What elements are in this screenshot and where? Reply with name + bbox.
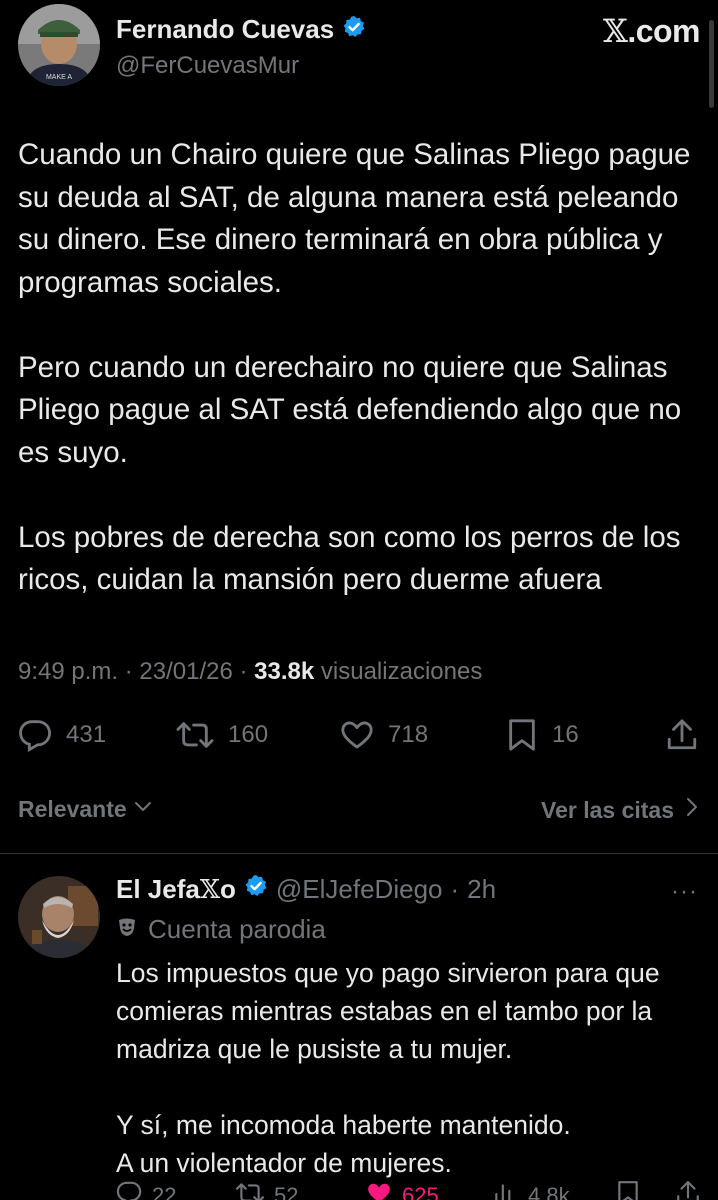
reply-icon <box>18 718 52 752</box>
retweet-count: 160 <box>228 721 269 748</box>
tweet-paragraph: Cuando un Chairo quiere que Salinas Plie… <box>18 138 691 299</box>
reply-like-button[interactable]: 625 <box>366 1180 439 1200</box>
views-count: 33.8k <box>254 658 315 685</box>
like-button[interactable]: 718 <box>340 718 428 752</box>
reply-share-button[interactable] <box>676 1180 700 1200</box>
reply-name-suffix: o <box>220 874 236 904</box>
retweet-icon <box>176 718 214 752</box>
bookmark-count: 16 <box>552 721 579 748</box>
author-handle[interactable]: @FerCuevasMur <box>116 52 299 80</box>
verified-badge-icon <box>244 874 268 905</box>
tweet-body: Cuando un Chairo quiere que Salinas Plie… <box>18 134 708 644</box>
share-icon <box>676 1180 700 1200</box>
meta-separator: · <box>124 658 133 685</box>
reply-like-count: 625 <box>402 1183 439 1200</box>
reply-name-x: 𝕏 <box>199 875 221 905</box>
author-name[interactable]: Fernando Cuevas <box>116 14 334 45</box>
x-logo: 𝕏.com <box>602 12 701 50</box>
reply-paragraph: Los impuestos que yo pago sirvieron para… <box>116 958 660 1064</box>
reply-separator: · <box>450 874 460 904</box>
tweet-paragraph: Pero cuando un derechairo no quiere que … <box>18 350 682 469</box>
parody-label-row: Cuenta parodia <box>116 914 326 945</box>
tweet-date[interactable]: 23/01/26 <box>139 658 232 685</box>
reply-actions: 22 52 625 4.8k <box>116 1180 706 1200</box>
reply-reply-count: 22 <box>152 1183 177 1200</box>
bookmark-icon <box>506 718 538 752</box>
theater-mask-icon <box>116 914 138 945</box>
retweet-icon <box>236 1180 264 1200</box>
reply-count: 431 <box>66 721 107 748</box>
views-label: visualizaciones <box>320 658 483 685</box>
sort-dropdown[interactable]: Relevante <box>18 796 153 823</box>
verified-badge-icon <box>342 15 366 44</box>
bookmark-button[interactable]: 16 <box>506 718 579 752</box>
reply-name-prefix: El Jefa <box>116 874 200 904</box>
reply-paragraph: Y sí, me incomoda haberte mantenido. A u… <box>116 1110 571 1178</box>
svg-text:MAKE A: MAKE A <box>46 74 72 81</box>
bookmark-icon <box>616 1180 640 1200</box>
share-button[interactable] <box>666 718 698 752</box>
parody-label: Cuenta parodia <box>148 914 326 944</box>
author-name-line: Fernando Cuevas <box>116 14 366 45</box>
heart-filled-icon <box>366 1180 392 1200</box>
chevron-down-icon <box>133 796 153 823</box>
reply-views-button[interactable]: 4.8k <box>492 1180 570 1200</box>
sort-label: Relevante <box>18 796 127 822</box>
reply-author-name[interactable]: El Jefa𝕏o <box>116 874 236 905</box>
x-logo-glyph: 𝕏 <box>602 12 628 50</box>
reply-body: Los impuestos que yo pago sirvieron para… <box>116 954 706 1200</box>
tweet-meta: 9:49 p.m. · 23/01/26 · 33.8k visualizaci… <box>18 658 482 686</box>
reply-button[interactable]: 431 <box>18 718 106 752</box>
reply-reply-button[interactable]: 22 <box>116 1180 176 1200</box>
scrollbar[interactable] <box>709 20 714 108</box>
meta-separator: · <box>239 658 248 685</box>
avatar[interactable]: MAKE A <box>18 4 100 86</box>
reply-avatar[interactable] <box>18 876 100 958</box>
tweet-header: MAKE A Fernando Cuevas @FerCuevasMur 𝕏.c… <box>18 4 700 94</box>
view-quotes-link[interactable]: Ver las citas <box>541 796 700 824</box>
views-icon <box>492 1180 518 1200</box>
reply-author-handle[interactable]: @ElJefeDiego <box>276 874 443 905</box>
reply-icon <box>116 1180 142 1200</box>
reply-views-count: 4.8k <box>528 1183 570 1200</box>
reply-header: El Jefa𝕏o @ElJefeDiego · 2h <box>116 874 496 905</box>
like-count: 718 <box>388 721 429 748</box>
reply-retweet-count: 52 <box>274 1183 299 1200</box>
reply-time[interactable]: 2h <box>467 874 496 905</box>
retweet-button[interactable]: 160 <box>176 718 268 752</box>
reply-bookmark-button[interactable] <box>616 1180 640 1200</box>
tweet-actions: 431 160 718 16 <box>18 718 700 758</box>
tweet-time[interactable]: 9:49 p.m. <box>18 658 118 685</box>
x-logo-suffix: .com <box>627 13 700 49</box>
view-quotes-label: Ver las citas <box>541 796 674 823</box>
more-options-icon[interactable]: ··· <box>671 878 698 906</box>
share-icon <box>666 718 698 752</box>
divider <box>0 853 718 854</box>
heart-icon <box>340 718 374 752</box>
chevron-right-icon <box>684 796 700 824</box>
tweet-paragraph: Los pobres de derecha son como los perro… <box>18 520 681 597</box>
reply-retweet-button[interactable]: 52 <box>236 1180 298 1200</box>
